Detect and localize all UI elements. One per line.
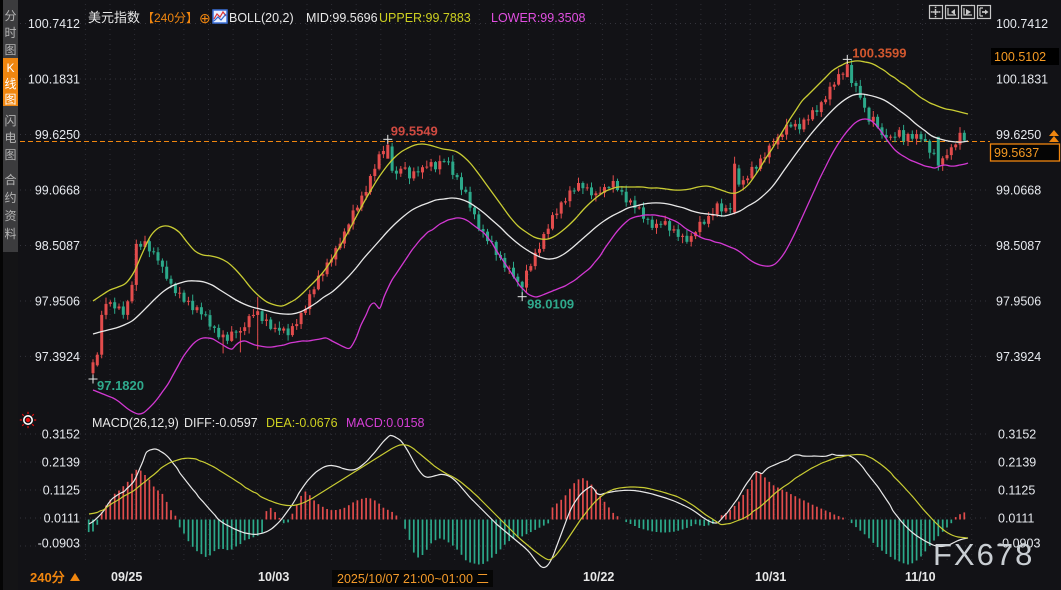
svg-text:分: 分 (4, 9, 16, 23)
svg-text:MID:99.5696: MID:99.5696 (306, 11, 378, 25)
svg-text:10/31: 10/31 (755, 570, 786, 584)
svg-text:资: 资 (4, 209, 16, 223)
svg-text:98.5087: 98.5087 (35, 239, 80, 253)
svg-text:97.3924: 97.3924 (996, 350, 1041, 364)
svg-text:K: K (6, 61, 14, 75)
svg-text:MACD(26,12,9): MACD(26,12,9) (92, 416, 179, 430)
svg-text:99.0668: 99.0668 (35, 184, 80, 198)
svg-text:图: 图 (4, 148, 16, 162)
svg-text:0.3152: 0.3152 (42, 428, 80, 442)
svg-text:100.7412: 100.7412 (996, 17, 1048, 31)
svg-text:【240分】: 【240分】 (142, 11, 198, 25)
svg-text:0.0111: 0.0111 (44, 512, 80, 526)
svg-text:时: 时 (4, 26, 16, 40)
svg-text:0.2139: 0.2139 (998, 456, 1036, 470)
svg-text:100.3599: 100.3599 (852, 45, 906, 60)
svg-text:100.1831: 100.1831 (996, 73, 1048, 87)
svg-text:99.0668: 99.0668 (996, 184, 1041, 198)
svg-text:FX678: FX678 (933, 537, 1034, 572)
svg-text:DIFF:-0.0597: DIFF:-0.0597 (184, 416, 258, 430)
svg-text:-0.0903: -0.0903 (38, 537, 80, 551)
svg-text:97.1820: 97.1820 (97, 378, 144, 393)
svg-text:09/25: 09/25 (111, 570, 142, 584)
svg-text:99.5637: 99.5637 (994, 146, 1039, 160)
svg-text:100.1831: 100.1831 (28, 73, 80, 87)
svg-text:0.0111: 0.0111 (998, 512, 1034, 526)
svg-text:MACD:0.0158: MACD:0.0158 (346, 416, 425, 430)
svg-text:10/03: 10/03 (258, 570, 289, 584)
svg-text:图: 图 (4, 43, 16, 57)
svg-text:100.5102: 100.5102 (994, 50, 1046, 64)
svg-text:0.1125: 0.1125 (43, 484, 80, 498)
svg-text:98.0109: 98.0109 (527, 297, 574, 312)
svg-text:100.7412: 100.7412 (28, 17, 80, 31)
svg-text:97.3924: 97.3924 (35, 350, 80, 364)
svg-text:0.2139: 0.2139 (42, 456, 80, 470)
svg-text:99.5549: 99.5549 (391, 123, 438, 138)
svg-text:⊕: ⊕ (199, 10, 211, 26)
svg-text:合: 合 (4, 172, 16, 187)
svg-text:98.5087: 98.5087 (996, 239, 1041, 253)
svg-text:美元指数: 美元指数 (88, 10, 140, 25)
svg-text:线: 线 (4, 77, 16, 91)
svg-text:240分: 240分 (30, 570, 65, 585)
svg-text:11/10: 11/10 (905, 570, 936, 584)
svg-text:97.9506: 97.9506 (35, 295, 80, 309)
svg-text:10/22: 10/22 (583, 570, 614, 584)
svg-text:0.1125: 0.1125 (998, 484, 1035, 498)
svg-text:LOWER:99.3508: LOWER:99.3508 (491, 11, 586, 25)
svg-text:2025/10/07 21:00~01:00 二: 2025/10/07 21:00~01:00 二 (337, 572, 489, 586)
svg-text:料: 料 (4, 227, 16, 241)
svg-text:99.6250: 99.6250 (35, 128, 80, 142)
svg-text:97.9506: 97.9506 (996, 295, 1041, 309)
svg-text:图: 图 (4, 93, 16, 107)
svg-text:闪: 闪 (4, 114, 16, 128)
svg-text:DEA:-0.0676: DEA:-0.0676 (266, 416, 338, 430)
svg-text:UPPER:99.7883: UPPER:99.7883 (379, 11, 471, 25)
svg-text:电: 电 (4, 131, 16, 145)
svg-text:约: 约 (4, 190, 16, 205)
svg-text:99.6250: 99.6250 (996, 128, 1041, 142)
svg-text:BOLL(20,2): BOLL(20,2) (229, 11, 294, 25)
svg-text:0.3152: 0.3152 (998, 428, 1036, 442)
